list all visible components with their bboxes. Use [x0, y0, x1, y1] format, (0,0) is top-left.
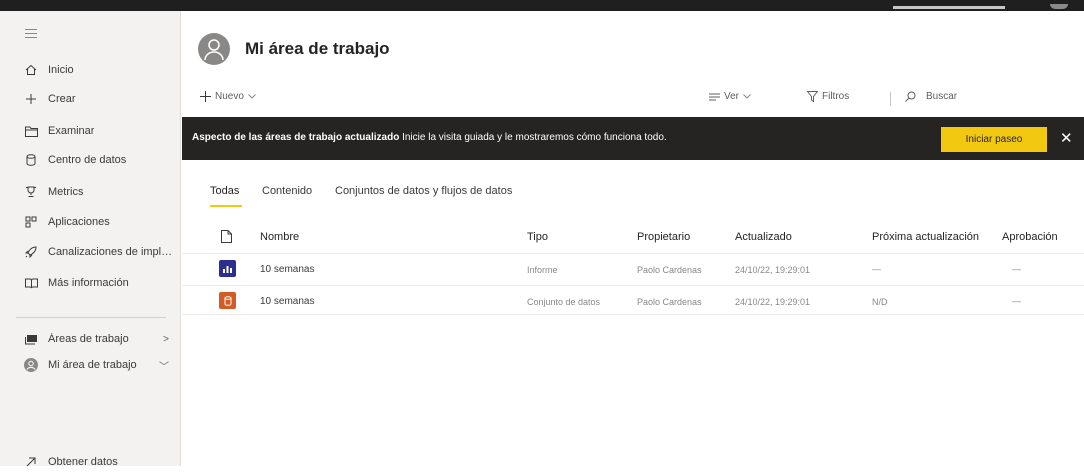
chevron-right-icon[interactable]: > [163, 334, 169, 345]
item-next-refresh: — [872, 264, 881, 274]
table-row[interactable]: 10 semanas Conjunto de datos Paolo Carde… [182, 285, 1084, 315]
column-header-tipo[interactable]: Tipo [527, 231, 548, 243]
sidebar-item-label: Crear [48, 93, 76, 105]
active-tab-indicator [210, 205, 242, 207]
sidebar-item-crear[interactable]: Crear [0, 87, 181, 111]
sidebar-divider [16, 317, 166, 318]
item-type: Conjunto de datos [527, 297, 601, 307]
new-button[interactable]: Nuevo [200, 91, 256, 102]
view-button[interactable]: Ver [709, 91, 751, 102]
item-type: Informe [527, 265, 558, 275]
search-placeholder: Buscar [926, 91, 958, 102]
search-box[interactable]: Buscar [905, 91, 957, 102]
rocket-icon [24, 245, 38, 259]
sidebar-item-centro-de-datos[interactable]: Centro de datos [0, 148, 181, 172]
hamburger-menu-icon[interactable] [25, 29, 37, 39]
page-title: Mi área de trabajo [245, 39, 390, 58]
toolbar-separator [890, 92, 891, 106]
item-approval: — [1012, 264, 1021, 274]
item-owner: Paolo Cardenas [637, 265, 702, 275]
sidebar-item-canalizaciones[interactable]: Canalizaciones de implem... [0, 240, 181, 264]
arrow-upright-icon [24, 455, 38, 469]
sidebar-item-inicio[interactable]: Inicio [0, 58, 181, 82]
item-owner: Paolo Cardenas [637, 297, 702, 307]
plus-icon [24, 92, 38, 106]
top-bar-indicator [893, 6, 1005, 9]
sidebar-item-label: Obtener datos [48, 456, 118, 468]
item-name-link[interactable]: 10 semanas [260, 264, 314, 275]
sidebar-item-mi-area-de-trabajo[interactable]: Mi área de trabajo ﹀ [0, 353, 181, 377]
item-updated: 24/10/22, 19:29:01 [735, 297, 811, 307]
start-tour-button[interactable]: Iniciar paseo [941, 127, 1047, 152]
banner-text: Inicie la visita guiada y le mostraremos… [402, 132, 667, 143]
home-icon [24, 63, 38, 77]
file-type-icon [221, 230, 232, 246]
item-updated: 24/10/22, 19:29:01 [735, 265, 811, 275]
content-tabs: Todas Contenido Conjuntos de datos y flu… [182, 185, 1084, 211]
column-header-actualizado[interactable]: Actualizado [735, 231, 792, 243]
chevron-down-icon [248, 94, 256, 99]
top-bar-avatar [1050, 4, 1068, 9]
sidebar-item-examinar[interactable]: Examinar [0, 119, 181, 143]
item-name-link[interactable]: 10 semanas [260, 296, 314, 307]
workspace-avatar-icon [198, 33, 230, 65]
close-icon[interactable]: ✕ [1060, 129, 1073, 147]
tab-contenido[interactable]: Contenido [262, 185, 312, 197]
search-icon [905, 91, 916, 102]
column-header-proxima-actualizacion[interactable]: Próxima actualización [872, 231, 979, 243]
view-lines-icon [709, 93, 720, 100]
sidebar-item-label: Más información [48, 277, 129, 289]
filter-icon [807, 91, 818, 102]
book-icon [24, 276, 38, 290]
user-avatar-icon [24, 358, 38, 372]
info-banner: Aspecto de las áreas de trabajo actualiz… [182, 117, 1084, 160]
column-header-nombre[interactable]: Nombre [260, 231, 299, 243]
chevron-down-icon[interactable]: ﹀ [159, 358, 169, 373]
column-header-aprobacion[interactable]: Aprobación [1002, 231, 1058, 243]
apps-icon [24, 215, 38, 229]
sidebar-item-metrics[interactable]: Metrics [0, 180, 181, 204]
view-button-label: Ver [724, 91, 740, 102]
sidebar-item-label: Metrics [48, 186, 84, 198]
sidebar-item-label: Centro de datos [48, 154, 127, 166]
sidebar-item-mas-informacion[interactable]: Más información [0, 271, 181, 295]
tab-conjuntos-de-datos[interactable]: Conjuntos de datos y flujos de datos [335, 185, 512, 197]
table-row[interactable]: 10 semanas Informe Paolo Cardenas 24/10/… [182, 253, 1084, 284]
tab-todas[interactable]: Todas [210, 185, 239, 197]
sidebar-item-label: Inicio [48, 64, 74, 76]
sidebar-item-label: Aplicaciones [48, 216, 110, 228]
folder-icon [24, 124, 38, 138]
item-approval: — [1012, 296, 1021, 306]
sidebar-item-label: Examinar [48, 125, 95, 137]
report-icon [219, 260, 236, 277]
column-header-propietario[interactable]: Propietario [637, 231, 690, 243]
banner-title: Aspecto de las áreas de trabajo actualiz… [192, 132, 400, 143]
item-next-refresh: N/D [872, 297, 888, 307]
sidebar-item-label: Canalizaciones de implem... [48, 246, 176, 258]
trophy-icon [24, 185, 38, 199]
main-content: Mi área de trabajo Nuevo Ver Filtros Bus… [182, 11, 1084, 466]
plus-icon [200, 91, 211, 102]
sidebar-item-label: Áreas de trabajo [48, 333, 129, 345]
filters-button[interactable]: Filtros [807, 91, 849, 102]
dataset-icon [219, 292, 236, 309]
toolbar: Nuevo Ver Filtros Buscar [182, 88, 1084, 110]
new-button-label: Nuevo [215, 91, 244, 102]
chevron-down-icon [743, 94, 751, 99]
filters-button-label: Filtros [822, 91, 850, 102]
window-top-bar [0, 0, 1084, 11]
sidebar-item-label: Mi área de trabajo [48, 359, 137, 371]
workspaces-icon [24, 332, 38, 346]
sidebar: Inicio Crear Examinar Centro de datos Me… [0, 11, 181, 468]
database-icon [24, 153, 38, 167]
sidebar-item-aplicaciones[interactable]: Aplicaciones [0, 210, 181, 234]
sidebar-item-areas-de-trabajo[interactable]: Áreas de trabajo > [0, 327, 181, 351]
banner-message: Aspecto de las áreas de trabajo actualiz… [192, 132, 667, 143]
table-header: Nombre Tipo Propietario Actualizado Próx… [182, 222, 1084, 252]
sidebar-item-obtener-datos[interactable]: Obtener datos [0, 450, 181, 474]
